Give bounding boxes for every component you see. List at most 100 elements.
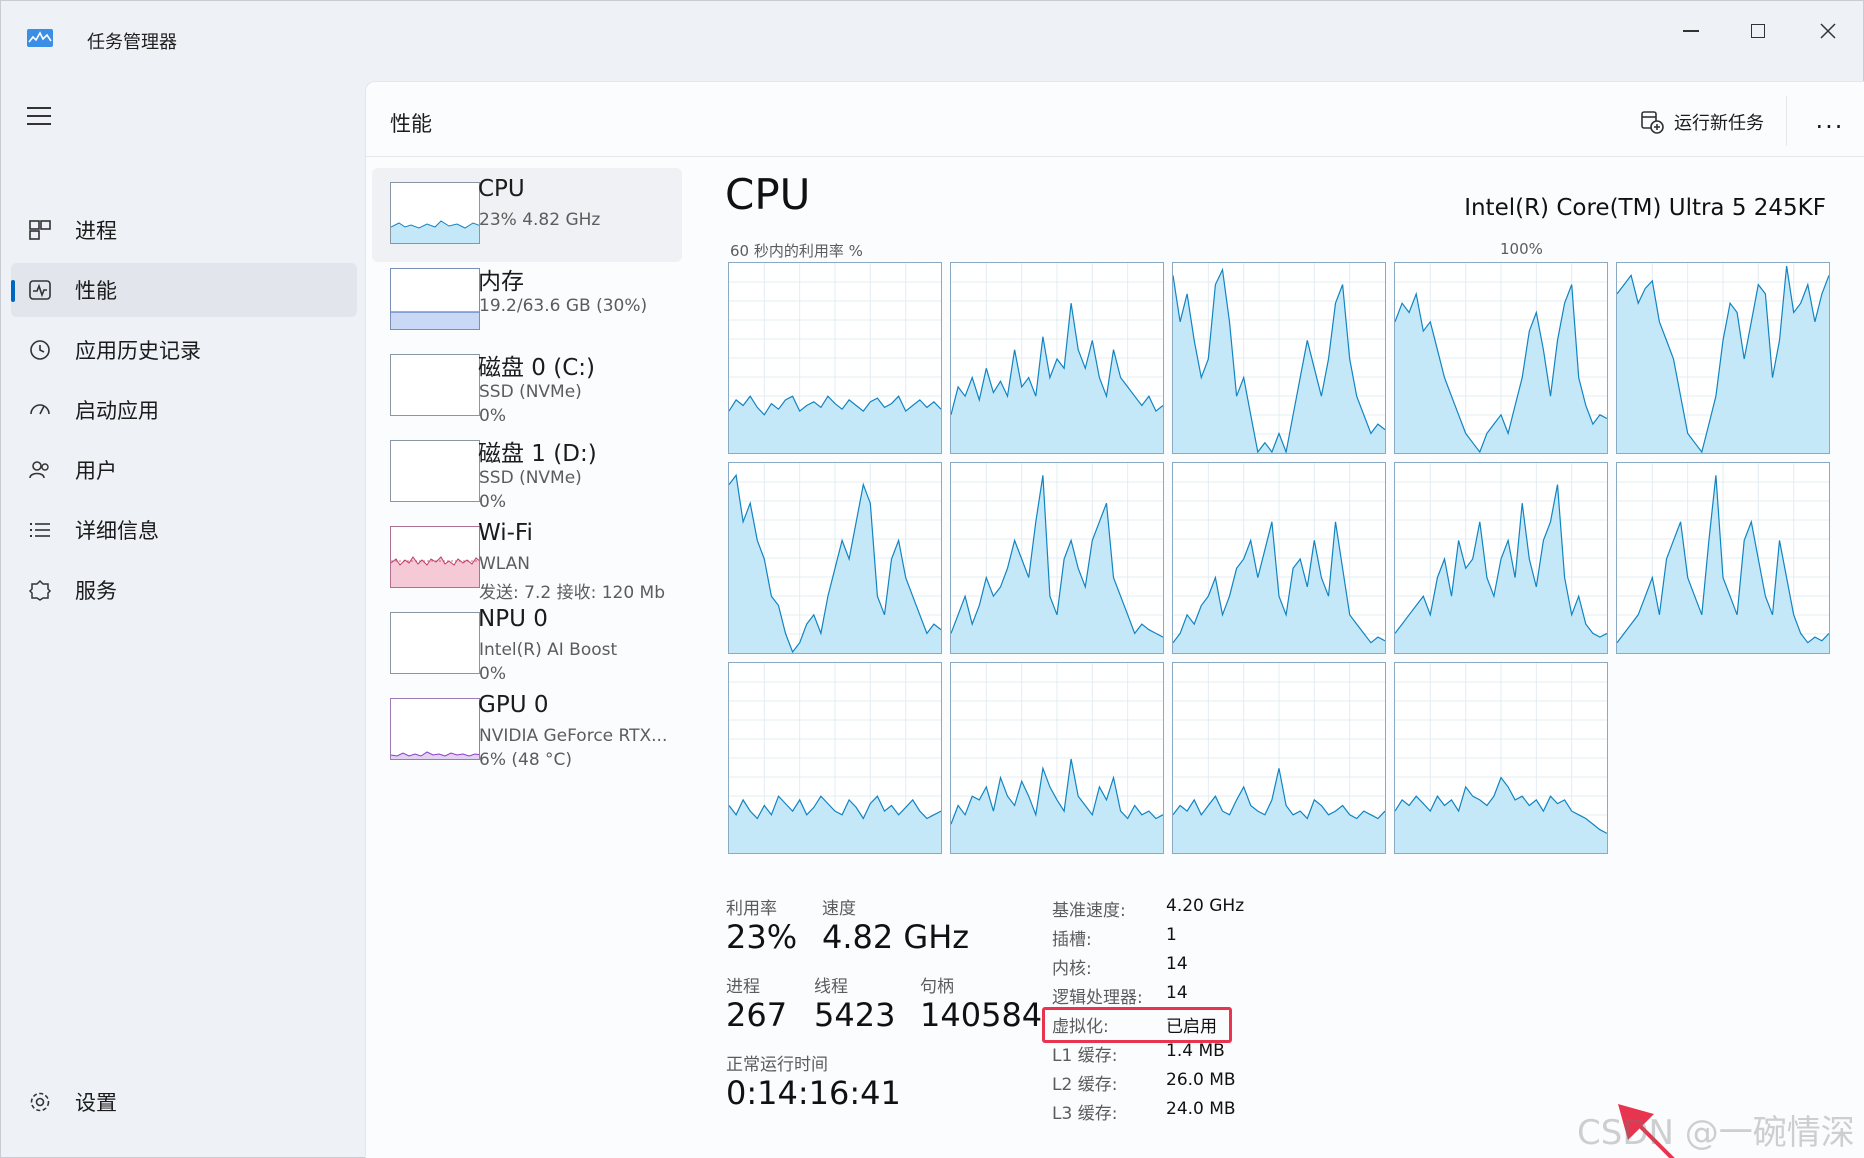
device-item-wifi[interactable]: Wi-Fi WLAN 发送: 7.2 接收: 120 Mb	[372, 512, 682, 606]
wifi-thumbnail	[390, 526, 480, 588]
minimize-button[interactable]	[1661, 11, 1721, 51]
cpu-heading: CPU	[725, 170, 811, 219]
threads-value: 5423	[814, 996, 896, 1034]
gear-icon	[30, 1092, 50, 1112]
hamburger-menu-icon[interactable]	[27, 107, 51, 125]
device-detail: SSD (NVMe)	[479, 382, 582, 402]
performance-icon	[29, 280, 51, 300]
sidebar-item-label: 启动应用	[75, 399, 159, 423]
sidebar-item-label: 设置	[75, 1091, 117, 1115]
uptime-value: 0:14:16:41	[726, 1074, 901, 1112]
core-graph-1	[950, 262, 1164, 454]
device-item-npu[interactable]: NPU 0 Intel(R) AI Boost 0%	[372, 598, 682, 692]
cpu-model-name: Intel(R) Core(TM) Ultra 5 245KF	[1464, 195, 1826, 221]
handles-label: 句柄	[920, 977, 954, 997]
device-detail: WLAN	[479, 554, 531, 574]
core-graph-6	[950, 462, 1164, 654]
graph-max-label: 100%	[1500, 240, 1543, 258]
sidebar-item-details[interactable]: 详细信息	[11, 503, 357, 557]
device-item-cpu[interactable]: CPU 23% 4.82 GHz	[372, 168, 682, 262]
device-name: Wi-Fi	[478, 520, 533, 546]
core-graph-10	[728, 662, 942, 854]
device-detail: Intel(R) AI Boost	[479, 640, 618, 660]
device-detail: NVIDIA GeForce RTX...	[479, 726, 668, 746]
spec-value: 1.4 MB	[1166, 1041, 1225, 1061]
main-content: 性能 运行新任务 ... CPU 23% 4.82 GHz 内存 19.2/63…	[365, 81, 1864, 1158]
sidebar-item-label: 应用历史记录	[75, 339, 201, 363]
sidebar-item-label: 详细信息	[75, 519, 159, 543]
core-graph-2	[1172, 262, 1386, 454]
disk-1-thumbnail	[390, 440, 480, 502]
sidebar-item-performance[interactable]: 性能	[11, 263, 357, 317]
core-graph-7	[1172, 462, 1386, 654]
device-usage: 0%	[479, 664, 506, 684]
processes-label: 进程	[726, 977, 760, 997]
device-usage: 0%	[479, 406, 506, 426]
sidebar-item-services[interactable]: 服务	[11, 563, 357, 617]
cpu-thumbnail	[390, 182, 480, 244]
core-graph-9	[1616, 462, 1830, 654]
spec-key: L2 缓存:	[1052, 1075, 1118, 1095]
device-name: 内存	[478, 269, 524, 295]
core-graph-3	[1394, 262, 1608, 454]
device-item-disk-0[interactable]: 磁盘 0 (C:) SSD (NVMe) 0%	[372, 340, 682, 434]
sidebar-item-processes[interactable]: 进程	[11, 203, 357, 257]
speed-label: 速度	[822, 899, 856, 919]
spec-value: 4.20 GHz	[1166, 896, 1245, 916]
close-icon	[1820, 23, 1836, 39]
app-icon	[27, 29, 53, 47]
utilization-value: 23%	[726, 918, 798, 956]
page-title: 性能	[390, 112, 432, 136]
device-name: NPU 0	[478, 606, 548, 632]
sidebar-item-startup[interactable]: 启动应用	[11, 383, 357, 437]
device-item-memory[interactable]: 内存 19.2/63.6 GB (30%)	[372, 254, 682, 348]
device-name: 磁盘 0 (C:)	[478, 355, 596, 381]
core-graph-11	[950, 662, 1164, 854]
sidebar-item-label: 性能	[75, 279, 117, 303]
spec-value: 1	[1166, 925, 1177, 945]
spec-value: 14	[1166, 954, 1188, 974]
sidebar-item-label: 用户	[75, 459, 117, 483]
toolbar-divider	[1786, 96, 1787, 146]
disk-0-thumbnail	[390, 354, 480, 416]
device-item-gpu[interactable]: GPU 0 NVIDIA GeForce RTX... 6% (48 °C)	[372, 684, 682, 778]
title-bar: 任务管理器	[1, 1, 1863, 77]
sidebar-item-users[interactable]: 用户	[11, 443, 357, 497]
core-usage-area	[1395, 777, 1607, 853]
npu-thumbnail	[390, 612, 480, 674]
spec-key: 基准速度:	[1052, 901, 1126, 921]
run-new-task-button[interactable]: 运行新任务	[1640, 104, 1764, 140]
processes-value: 267	[726, 996, 788, 1034]
spec-value: 14	[1166, 983, 1188, 1003]
task-manager-window: 任务管理器 进程 性能 应用历史记录 启动应用 用户 详细信息 服务 设置 性能…	[0, 0, 1864, 1158]
sidebar-item-app-history[interactable]: 应用历史记录	[11, 323, 357, 377]
sidebar-item-settings[interactable]: 设置	[11, 1075, 357, 1129]
device-usage: 0%	[479, 492, 506, 512]
watermark: CSDN @一碗情深	[1577, 1113, 1855, 1153]
spec-key: 内核:	[1052, 959, 1092, 979]
uptime-label: 正常运行时间	[726, 1055, 828, 1075]
core-graph-0	[728, 262, 942, 454]
threads-label: 线程	[814, 977, 848, 997]
handles-value: 140584	[920, 996, 1043, 1034]
utilization-label: 利用率	[726, 899, 777, 919]
spec-value: 24.0 MB	[1166, 1099, 1236, 1119]
maximize-button[interactable]	[1728, 11, 1788, 51]
services-icon	[28, 579, 52, 601]
close-button[interactable]	[1798, 11, 1858, 51]
run-new-task-label: 运行新任务	[1674, 113, 1764, 134]
sidebar: 进程 性能 应用历史记录 启动应用 用户 详细信息 服务 设置	[1, 81, 361, 1158]
spec-value: 26.0 MB	[1166, 1070, 1236, 1090]
details-list-icon	[30, 523, 50, 537]
maximize-icon	[1751, 24, 1765, 38]
device-detail: SSD (NVMe)	[479, 468, 582, 488]
device-item-disk-1[interactable]: 磁盘 1 (D:) SSD (NVMe) 0%	[372, 426, 682, 520]
speed-value: 4.82 GHz	[822, 918, 970, 956]
device-name: GPU 0	[478, 692, 549, 718]
new-task-icon	[1641, 111, 1664, 134]
history-icon	[30, 340, 50, 360]
sidebar-item-label: 服务	[75, 579, 117, 603]
graph-caption: 60 秒内的利用率 %	[730, 242, 863, 260]
minimize-icon	[1683, 30, 1699, 32]
more-options-button[interactable]: ...	[1810, 106, 1850, 136]
